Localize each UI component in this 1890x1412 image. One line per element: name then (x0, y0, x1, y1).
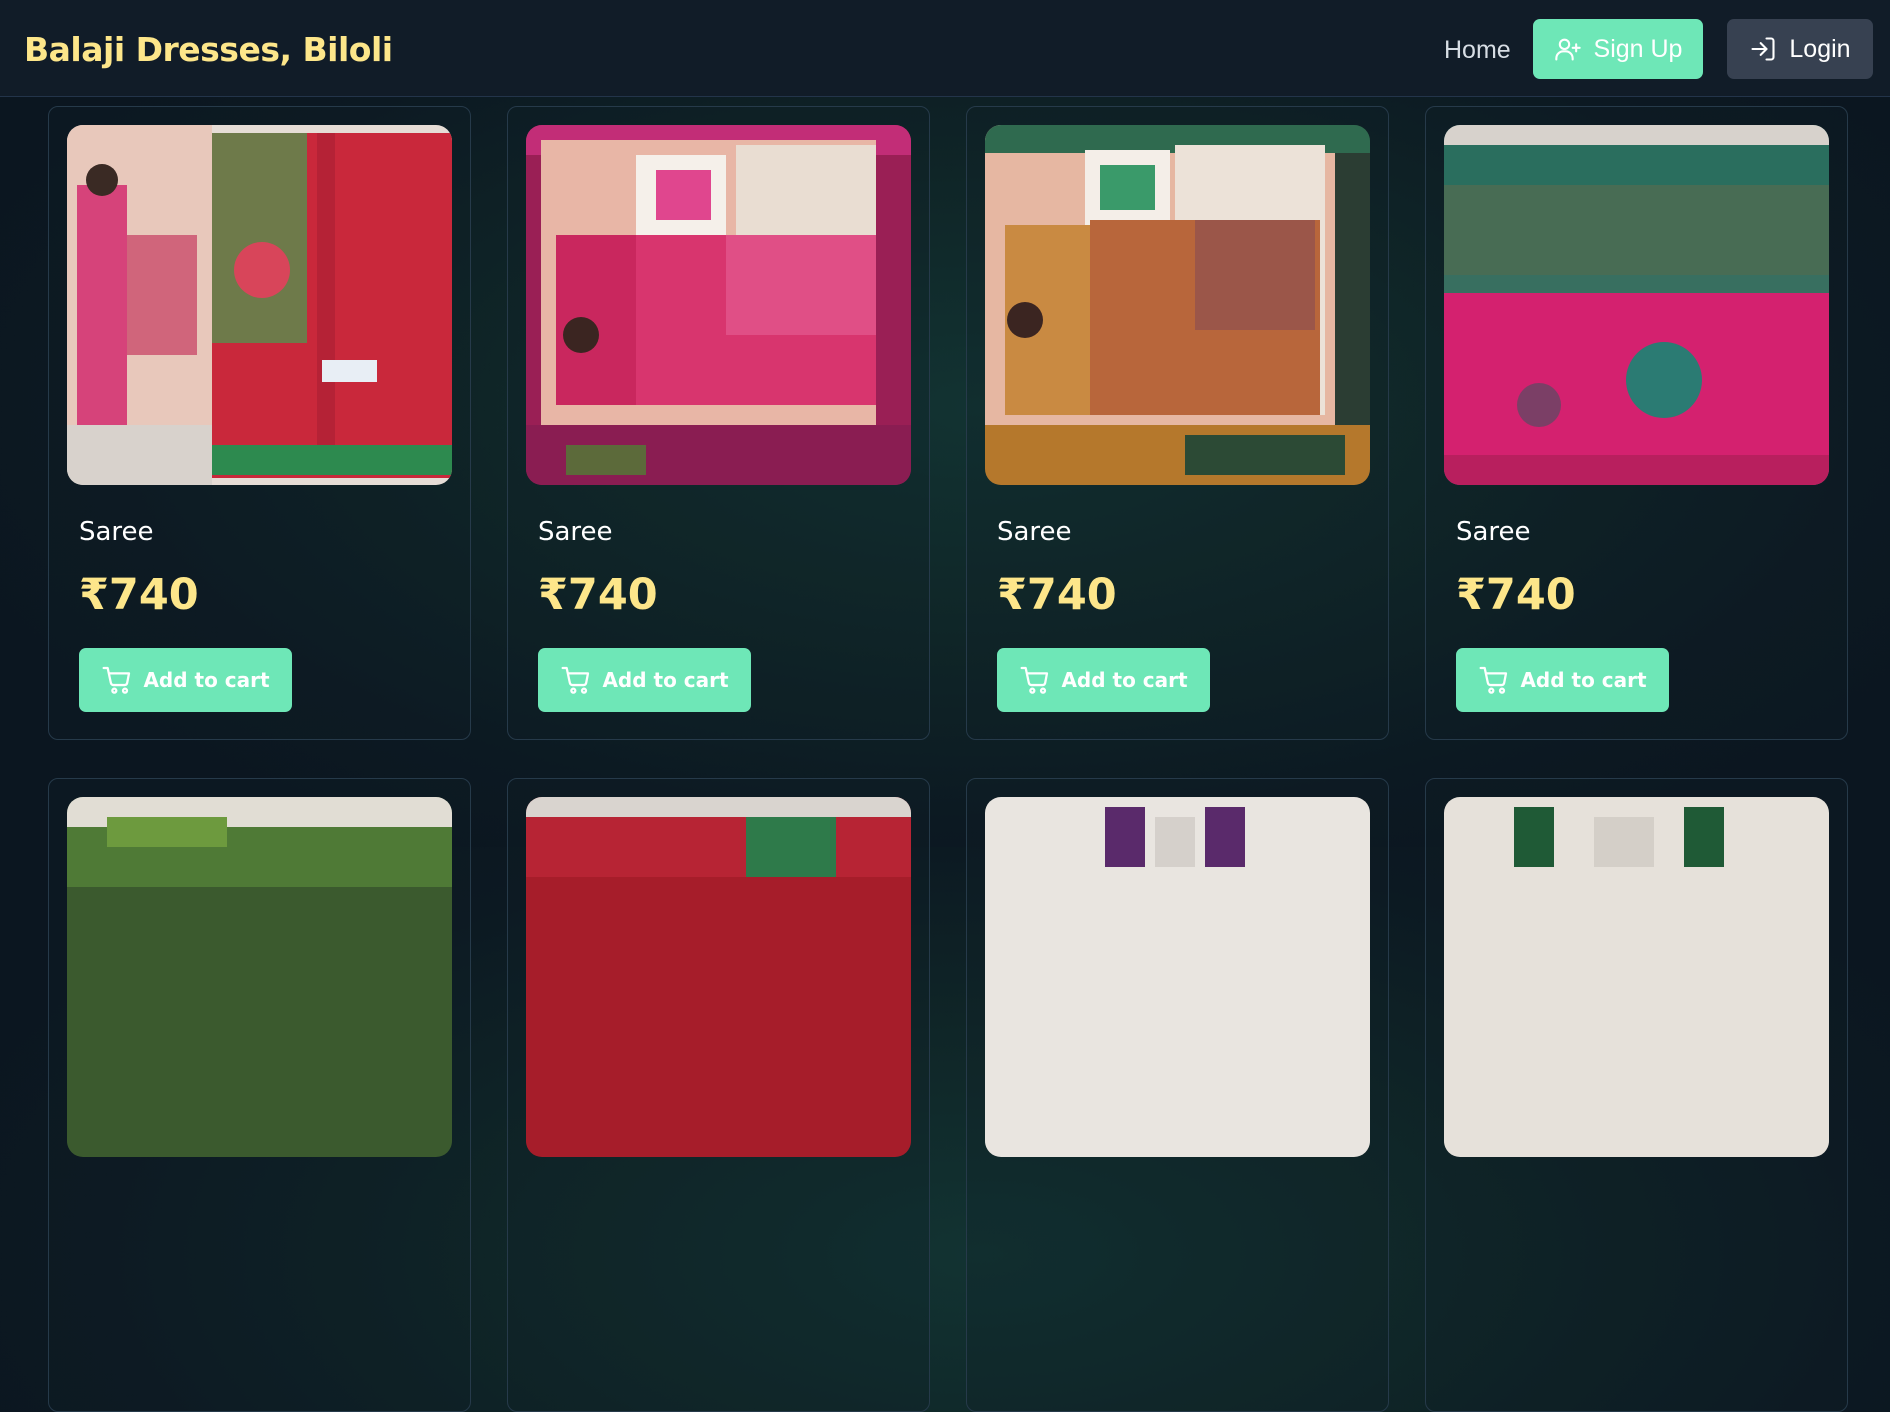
add-to-cart-label: Add to cart (143, 668, 270, 692)
product-image[interactable] (1444, 797, 1829, 1157)
product-price: ₹740 (538, 570, 658, 620)
add-to-cart-button[interactable]: Add to cart (997, 648, 1210, 712)
login-icon (1749, 35, 1777, 63)
product-image[interactable] (985, 797, 1370, 1157)
product-image[interactable] (1444, 125, 1829, 485)
add-to-cart-button[interactable]: Add to cart (538, 648, 751, 712)
add-to-cart-label: Add to cart (1061, 668, 1188, 692)
product-image[interactable] (985, 125, 1370, 485)
login-label: Login (1789, 34, 1851, 63)
product-card (48, 778, 471, 1412)
login-button[interactable]: Login (1727, 19, 1873, 79)
product-name[interactable]: Saree (1456, 517, 1531, 547)
product-image[interactable] (67, 125, 452, 485)
product-name[interactable]: Saree (79, 517, 154, 547)
brand-title[interactable]: Balaji Dresses, Biloli (24, 30, 393, 69)
product-price: ₹740 (79, 570, 199, 620)
product-price: ₹740 (997, 570, 1117, 620)
product-card: Saree ₹740 Add to cart (1425, 106, 1848, 740)
user-plus-icon (1554, 35, 1582, 63)
signup-button[interactable]: Sign Up (1533, 19, 1703, 79)
cart-icon (101, 664, 133, 696)
product-name[interactable]: Saree (997, 517, 1072, 547)
navbar: Balaji Dresses, Biloli Home Sign Up Logi… (0, 0, 1890, 97)
product-name[interactable]: Saree (538, 517, 613, 547)
product-price: ₹740 (1456, 570, 1576, 620)
product-card (1425, 778, 1848, 1412)
product-image[interactable] (526, 797, 911, 1157)
product-card: Saree ₹740 Add to cart (48, 106, 471, 740)
add-to-cart-label: Add to cart (602, 668, 729, 692)
add-to-cart-label: Add to cart (1520, 668, 1647, 692)
product-image[interactable] (526, 125, 911, 485)
nav-home-link[interactable]: Home (1444, 36, 1511, 65)
cart-icon (1478, 664, 1510, 696)
product-card (966, 778, 1389, 1412)
product-card (507, 778, 930, 1412)
product-card: Saree ₹740 Add to cart (507, 106, 930, 740)
add-to-cart-button[interactable]: Add to cart (1456, 648, 1669, 712)
cart-icon (560, 664, 592, 696)
product-image[interactable] (67, 797, 452, 1157)
cart-icon (1019, 664, 1051, 696)
product-card: Saree ₹740 Add to cart (966, 106, 1389, 740)
signup-label: Sign Up (1593, 34, 1683, 63)
add-to-cart-button[interactable]: Add to cart (79, 648, 292, 712)
